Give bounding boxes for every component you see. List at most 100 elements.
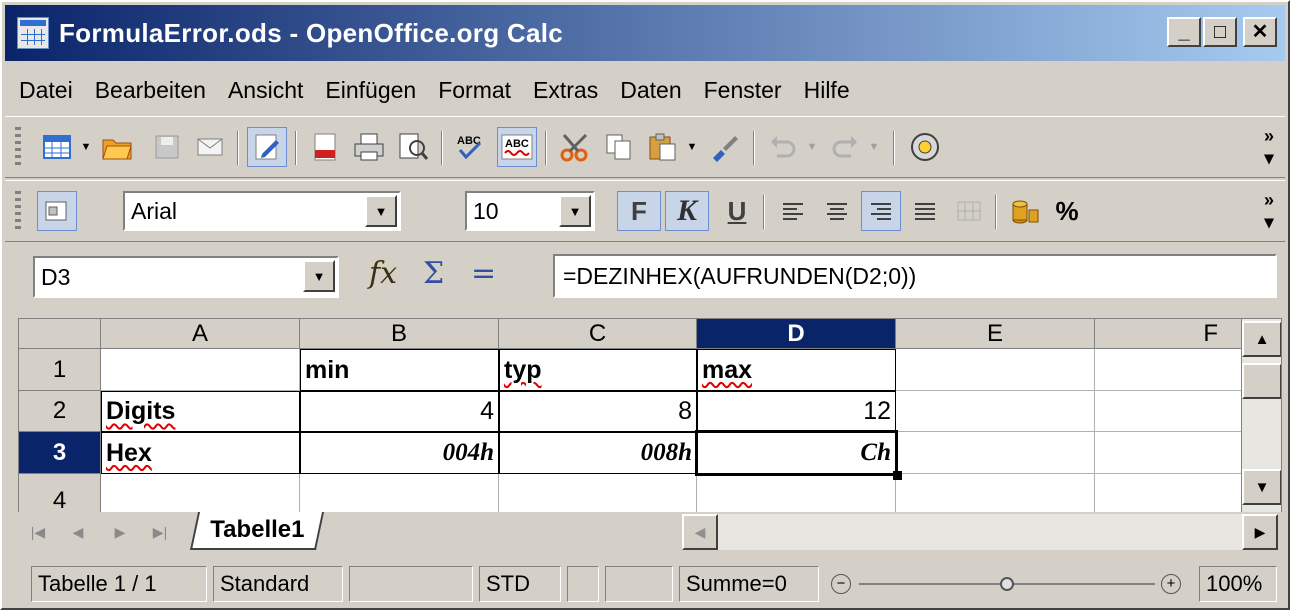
menu-fenster[interactable]: Fenster xyxy=(704,77,782,104)
paste-icon[interactable] xyxy=(643,127,683,167)
vertical-scroll-thumb[interactable] xyxy=(1242,363,1281,399)
toolbar-grip[interactable] xyxy=(15,191,21,231)
status-sheet-position[interactable]: Tabelle 1 / 1 xyxy=(31,566,207,602)
redo-icon[interactable] xyxy=(825,127,865,167)
menu-datei[interactable]: Datei xyxy=(19,77,73,104)
fill-handle[interactable] xyxy=(893,471,902,480)
last-sheet-button[interactable]: ▶| xyxy=(144,516,176,548)
scroll-up-button[interactable]: ▲ xyxy=(1242,321,1281,357)
font-name-dropdown[interactable]: ▼ xyxy=(365,195,397,227)
menu-ansicht[interactable]: Ansicht xyxy=(228,77,303,104)
print-icon[interactable] xyxy=(349,127,389,167)
navigator-icon[interactable] xyxy=(905,127,945,167)
sheet-tab-tabelle1[interactable]: Tabelle1 xyxy=(189,512,325,550)
font-size-box[interactable]: 10 ▼ xyxy=(465,191,595,231)
cell-b3[interactable]: 004h xyxy=(300,432,499,474)
currency-icon[interactable] xyxy=(1005,191,1045,231)
justify-icon[interactable] xyxy=(905,191,945,231)
cell-a2[interactable]: Digits xyxy=(101,391,300,432)
cell-e4[interactable] xyxy=(896,474,1095,516)
cell-f1[interactable] xyxy=(1095,349,1243,391)
column-header-b[interactable]: B xyxy=(300,319,499,349)
scroll-right-button[interactable]: ▶ xyxy=(1242,514,1278,550)
format-paintbrush-icon[interactable] xyxy=(705,127,745,167)
cell-c1[interactable]: typ xyxy=(499,349,697,391)
function-wizard-button[interactable]: fx xyxy=(369,256,397,291)
cell-b4[interactable] xyxy=(300,474,499,516)
function-button[interactable]: = xyxy=(471,256,496,291)
status-zoom-level[interactable]: 100% xyxy=(1199,566,1277,602)
align-right-icon[interactable] xyxy=(861,191,901,231)
status-selection-mode[interactable]: STD xyxy=(479,566,561,602)
cut-icon[interactable] xyxy=(555,127,595,167)
maximize-button[interactable]: □ xyxy=(1203,17,1237,47)
undo-dropdown-arrow[interactable]: ▼ xyxy=(805,127,819,167)
menu-extras[interactable]: Extras xyxy=(533,77,598,104)
cell-f4[interactable] xyxy=(1095,474,1243,516)
email-icon[interactable] xyxy=(191,127,231,167)
zoom-knob[interactable] xyxy=(1000,577,1014,591)
toolbar-grip[interactable] xyxy=(15,127,21,167)
row-header-4[interactable]: 4 xyxy=(19,474,101,516)
row-header-3[interactable]: 3 xyxy=(19,432,101,474)
font-size-dropdown[interactable]: ▼ xyxy=(559,195,591,227)
cell-c2[interactable]: 8 xyxy=(499,391,697,432)
menu-daten[interactable]: Daten xyxy=(620,77,681,104)
previous-sheet-button[interactable]: ◀ xyxy=(62,516,94,548)
row-header-2[interactable]: 2 xyxy=(19,391,101,432)
zoom-out-button[interactable]: − xyxy=(831,574,851,594)
column-header-a[interactable]: A xyxy=(101,319,300,349)
save-icon[interactable] xyxy=(147,127,187,167)
first-sheet-button[interactable]: |◀ xyxy=(22,516,54,548)
formula-input[interactable]: =DEZINHEX(AUFRUNDEN(D2;0)) xyxy=(553,254,1277,298)
status-sum[interactable]: Summe=0 xyxy=(679,566,819,602)
cell-d2[interactable]: 12 xyxy=(697,391,896,432)
column-header-d[interactable]: D xyxy=(697,319,896,349)
zoom-in-button[interactable]: + xyxy=(1161,574,1181,594)
cell-d4[interactable] xyxy=(697,474,896,516)
new-document-icon[interactable] xyxy=(37,127,77,167)
edit-file-icon[interactable] xyxy=(247,127,287,167)
cell-c4[interactable] xyxy=(499,474,697,516)
cell-b2[interactable]: 4 xyxy=(300,391,499,432)
font-name-box[interactable]: Arial ▼ xyxy=(123,191,401,231)
percent-button[interactable]: % xyxy=(1047,191,1087,231)
toolbar-overflow-button[interactable]: » ▾ xyxy=(1261,189,1277,235)
cell-b1[interactable]: min xyxy=(300,349,499,391)
sum-button[interactable]: Σ xyxy=(423,256,444,291)
cell-a1[interactable] xyxy=(101,349,300,391)
cell-e1[interactable] xyxy=(896,349,1095,391)
minimize-button[interactable]: _ xyxy=(1167,17,1201,47)
cell-c3[interactable]: 008h xyxy=(499,432,697,474)
cell-f2[interactable] xyxy=(1095,391,1243,432)
column-header-c[interactable]: C xyxy=(499,319,697,349)
scroll-left-button[interactable]: ◀ xyxy=(682,514,718,550)
close-button[interactable]: ✕ xyxy=(1243,17,1277,47)
menu-einfuegen[interactable]: Einfügen xyxy=(325,77,416,104)
menu-format[interactable]: Format xyxy=(438,77,511,104)
paste-dropdown-arrow[interactable]: ▼ xyxy=(685,127,699,167)
name-box[interactable]: D3 ▼ xyxy=(33,256,339,298)
toolbar-overflow-button[interactable]: » ▾ xyxy=(1261,125,1277,171)
undo-icon[interactable] xyxy=(763,127,803,167)
menu-hilfe[interactable]: Hilfe xyxy=(804,77,850,104)
italic-button[interactable]: K xyxy=(665,191,709,231)
column-header-e[interactable]: E xyxy=(896,319,1095,349)
next-sheet-button[interactable]: ▶ xyxy=(104,516,136,548)
zoom-slider[interactable]: − + xyxy=(825,566,1189,602)
name-box-dropdown[interactable]: ▼ xyxy=(303,260,335,292)
scroll-down-button[interactable]: ▼ xyxy=(1242,469,1281,505)
open-folder-icon[interactable] xyxy=(97,127,137,167)
menu-bearbeiten[interactable]: Bearbeiten xyxy=(95,77,206,104)
cell-f3[interactable] xyxy=(1095,432,1243,474)
select-all-corner[interactable] xyxy=(19,319,101,349)
align-center-icon[interactable] xyxy=(817,191,857,231)
page-preview-icon[interactable] xyxy=(393,127,433,167)
horizontal-scrollbar[interactable]: ◀ ▶ xyxy=(682,514,1278,550)
title-bar[interactable]: FormulaError.ods - OpenOffice.org Calc _… xyxy=(5,5,1285,61)
status-page-style[interactable]: Standard xyxy=(213,566,343,602)
merge-cells-icon[interactable] xyxy=(949,191,989,231)
cell-a4[interactable] xyxy=(101,474,300,516)
spellcheck-icon[interactable]: ABC xyxy=(451,127,491,167)
new-dropdown-arrow[interactable]: ▼ xyxy=(79,127,93,167)
